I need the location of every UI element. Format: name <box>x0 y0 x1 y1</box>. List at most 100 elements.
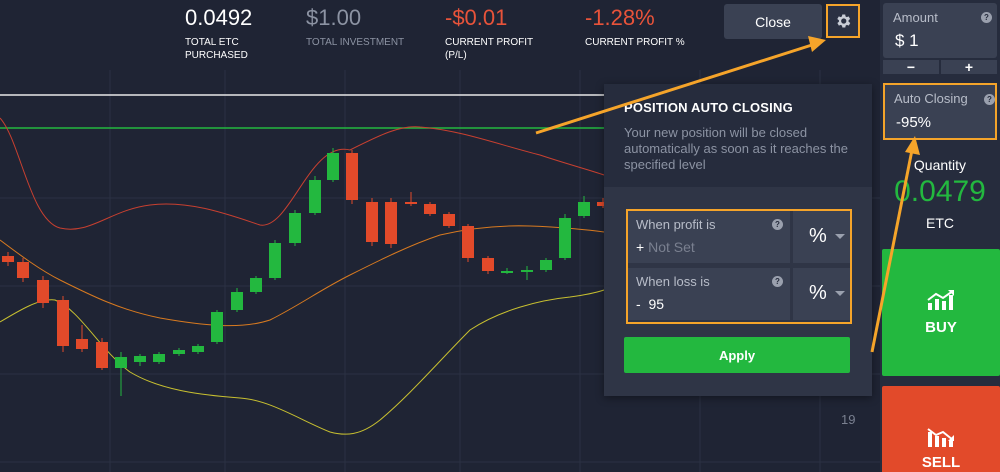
candle-body <box>405 202 417 204</box>
stat-total-investment: $1.00 TOTAL INVESTMENT <box>306 6 404 49</box>
bollinger-middle <box>0 225 605 327</box>
trade-sidebar: Amount ? $ 1 − + Auto Closing ? -95% Qua… <box>880 0 1000 472</box>
quantity-value: 0.0479 <box>894 175 986 208</box>
stat-label: TOTAL INVESTMENT <box>306 36 404 49</box>
candle-body <box>443 214 455 226</box>
stat-value: 0.0492 <box>185 5 253 30</box>
stat-value: -$0.01 <box>445 5 508 30</box>
loss-label: When loss is <box>636 274 710 289</box>
profit-label: When profit is <box>636 217 716 232</box>
candle-body <box>76 339 88 349</box>
candle-body <box>482 258 494 271</box>
time-axis-label: 19 <box>841 412 855 427</box>
candlesticks <box>2 148 609 396</box>
loss-value: - 95 <box>636 296 664 312</box>
candle-body <box>250 278 262 292</box>
candle-body <box>269 243 281 278</box>
candle-body <box>2 256 14 262</box>
decrease-amount-button[interactable]: − <box>883 60 939 74</box>
profit-unit-select[interactable]: % <box>793 211 850 263</box>
candle-body <box>211 312 223 342</box>
profit-value: + Not Set <box>636 239 695 255</box>
close-position-button[interactable]: Close <box>724 4 822 39</box>
candle-body <box>309 180 321 213</box>
candle-body <box>231 292 243 310</box>
amount-label: Amount <box>893 10 938 25</box>
sell-label: SELL <box>921 454 961 471</box>
buy-button[interactable]: BUY <box>882 249 1000 376</box>
popup-title: POSITION AUTO CLOSING <box>624 100 793 115</box>
stat-label-line2: PURCHASED <box>185 50 248 61</box>
stat-label-line2: (P/L) <box>445 50 467 61</box>
quantity-unit: ETC <box>926 215 954 231</box>
candle-body <box>153 354 165 362</box>
stat-label: CURRENT PROFIT (P/L) <box>445 36 533 62</box>
chevron-down-icon <box>835 234 845 239</box>
candle-body <box>173 350 185 354</box>
increase-amount-button[interactable]: + <box>941 60 997 74</box>
candle-body <box>424 204 436 214</box>
chart-up-icon <box>927 290 954 310</box>
candle-body <box>540 260 552 270</box>
bollinger-lower <box>0 289 605 435</box>
auto-closing-field[interactable]: Auto Closing ? -95% <box>883 83 997 140</box>
apply-button[interactable]: Apply <box>624 337 850 373</box>
candle-body <box>346 153 358 200</box>
stat-label-line1: CURRENT PROFIT % <box>585 37 685 48</box>
help-icon[interactable]: ? <box>772 276 783 287</box>
trade-stats: 0.0492 TOTAL ETC PURCHASED $1.00 TOTAL I… <box>0 0 720 70</box>
loss-sign: - <box>636 296 641 312</box>
candle-body <box>385 202 397 244</box>
candle-body <box>559 218 571 258</box>
sell-button[interactable]: SELL <box>882 386 1000 472</box>
stat-label-line1: TOTAL INVESTMENT <box>306 37 405 48</box>
loss-unit-select[interactable]: % <box>793 268 850 320</box>
stat-current-profit: -$0.01 CURRENT PROFIT (P/L) <box>445 6 533 62</box>
help-icon[interactable]: ? <box>984 94 995 105</box>
candle-body <box>462 226 474 258</box>
stat-label: TOTAL ETC PURCHASED <box>185 36 252 62</box>
quantity-label: Quantity <box>913 157 967 173</box>
stat-label: CURRENT PROFIT % <box>585 36 685 49</box>
loss-condition-row: When loss is ? - 95 % <box>628 268 850 320</box>
candle-body <box>192 346 204 352</box>
profit-input[interactable]: When profit is ? + Not Set <box>628 211 790 263</box>
amount-stepper: − + <box>883 60 997 74</box>
stat-total-purchased: 0.0492 TOTAL ETC PURCHASED <box>185 6 252 62</box>
candle-body <box>366 202 378 242</box>
gear-icon <box>837 14 851 28</box>
help-icon[interactable]: ? <box>772 219 783 230</box>
auto-closing-popup: POSITION AUTO CLOSING Your new position … <box>604 84 872 396</box>
candle-body <box>521 270 533 272</box>
amount-input[interactable]: Amount ? $ 1 <box>883 3 997 58</box>
auto-close-conditions: When profit is ? + Not Set % When loss i… <box>626 209 852 324</box>
amount-value: $ 1 <box>895 31 919 50</box>
popup-header: POSITION AUTO CLOSING Your new position … <box>604 84 872 187</box>
candle-body <box>17 262 29 278</box>
candle-body <box>327 153 339 180</box>
chevron-down-icon <box>835 291 845 296</box>
popup-description: Your new position will be closed automat… <box>624 125 849 172</box>
candle-body <box>134 356 146 362</box>
stat-current-profit-percent: -1.28% CURRENT PROFIT % <box>585 6 685 49</box>
candle-body <box>501 271 513 273</box>
candle-body <box>96 342 108 368</box>
auto-closing-label: Auto Closing <box>894 91 968 106</box>
loss-amount: 95 <box>648 296 665 312</box>
stat-label-line1: CURRENT PROFIT <box>445 37 534 48</box>
auto-close-settings-button[interactable] <box>826 4 860 38</box>
candle-body <box>289 213 301 243</box>
loss-unit: % <box>809 282 827 304</box>
buy-label: BUY <box>925 319 957 336</box>
stat-value: $1.00 <box>306 5 362 30</box>
bollinger-upper <box>0 117 605 230</box>
profit-unit: % <box>809 225 827 247</box>
stat-label-line1: TOTAL ETC <box>185 37 239 48</box>
candle-body <box>115 357 127 368</box>
loss-input[interactable]: When loss is ? - 95 <box>628 268 790 320</box>
profit-placeholder: Not Set <box>648 239 695 255</box>
help-icon[interactable]: ? <box>981 12 992 23</box>
chart-down-icon <box>927 428 954 447</box>
candle-body <box>57 300 69 346</box>
profit-condition-row: When profit is ? + Not Set % <box>628 211 850 263</box>
